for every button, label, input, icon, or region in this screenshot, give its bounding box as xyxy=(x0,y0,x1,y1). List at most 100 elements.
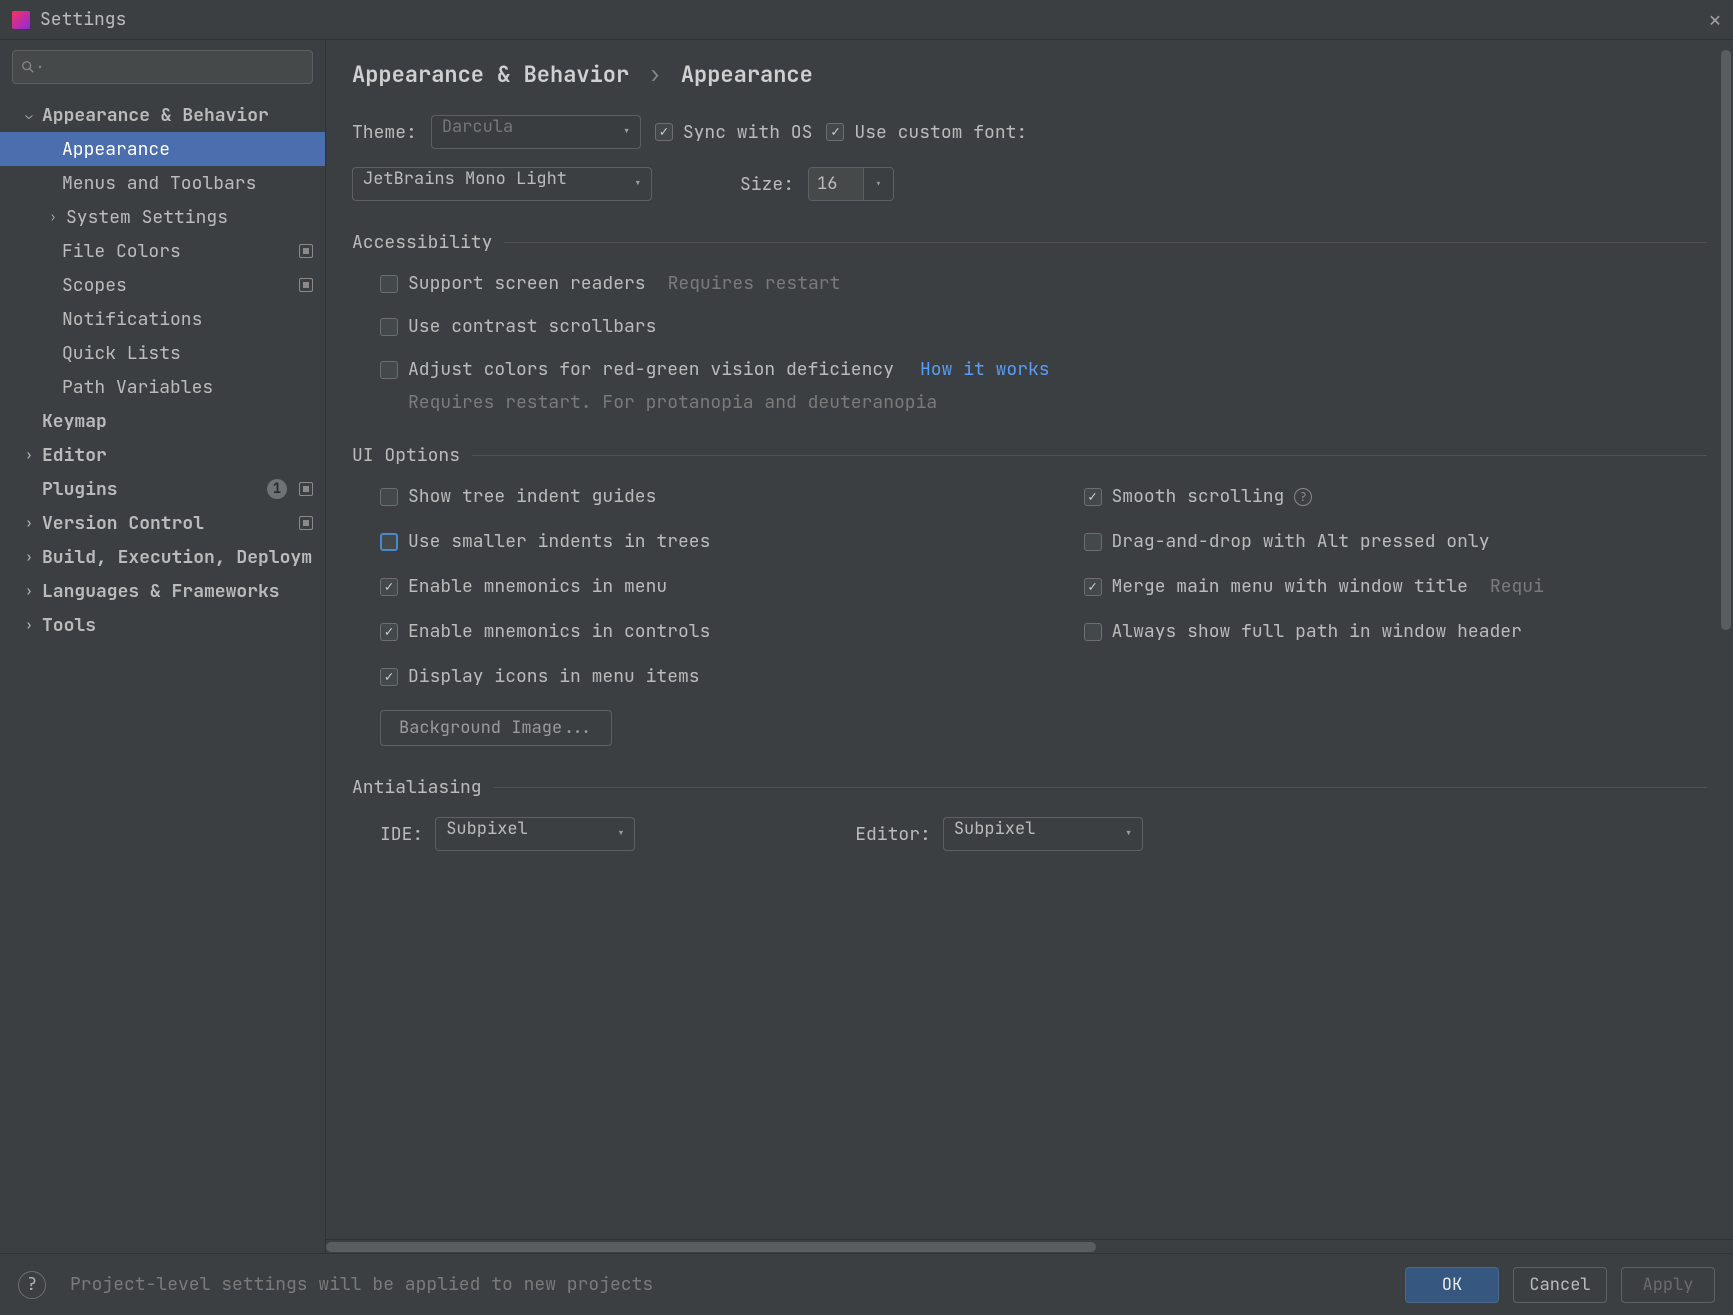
chevron-right-icon: › xyxy=(20,515,38,531)
chevron-right-icon: › xyxy=(20,549,38,565)
sidebar-item-quick-lists[interactable]: Quick Lists xyxy=(0,336,325,370)
smaller-indents-label: Use smaller indents in trees xyxy=(408,530,710,553)
tree-indent-checkbox[interactable] xyxy=(380,488,398,506)
accessibility-heading: Accessibility xyxy=(352,231,1707,254)
sidebar-item-version-control[interactable]: ›Version Control xyxy=(0,506,325,540)
sidebar-item-menus-and-toolbars[interactable]: Menus and Toolbars xyxy=(0,166,325,200)
sidebar-item-build-execution-deploym[interactable]: ›Build, Execution, Deploym xyxy=(0,540,325,574)
full-path-label: Always show full path in window header xyxy=(1112,620,1522,643)
sidebar-item-path-variables[interactable]: Path Variables xyxy=(0,370,325,404)
breadcrumb-group: Appearance & Behavior xyxy=(352,60,629,89)
sidebar: ▾ ⌄Appearance & BehaviorAppearance Menus … xyxy=(0,40,325,1253)
sidebar-item-label: Build, Execution, Deploym xyxy=(42,546,313,569)
sidebar-item-notifications[interactable]: Notifications xyxy=(0,302,325,336)
how-it-works-link[interactable]: How it works xyxy=(920,358,1050,381)
window-title: Settings xyxy=(40,8,126,31)
custom-font-label: Use custom font: xyxy=(854,121,1027,144)
ui-options-heading: UI Options xyxy=(352,444,1707,467)
mnemonics-menu-checkbox[interactable] xyxy=(380,578,398,596)
mnemonics-controls-label: Enable mnemonics in controls xyxy=(408,620,710,643)
background-image-button[interactable]: Background Image... xyxy=(380,710,612,746)
font-select[interactable]: JetBrains Mono Light xyxy=(352,167,652,201)
settings-tree: ⌄Appearance & BehaviorAppearance Menus an… xyxy=(0,94,325,1253)
sidebar-item-label: Scopes xyxy=(62,274,293,297)
help-icon[interactable]: ? xyxy=(18,1271,46,1299)
apply-button[interactable]: Apply xyxy=(1621,1267,1715,1303)
restart-hint: Requires restart xyxy=(668,272,841,295)
display-icons-checkbox[interactable] xyxy=(380,668,398,686)
vertical-scrollbar[interactable] xyxy=(1719,50,1733,920)
search-input[interactable]: ▾ xyxy=(12,50,313,84)
cancel-button[interactable]: Cancel xyxy=(1513,1267,1607,1303)
breadcrumb-page: Appearance xyxy=(681,60,813,89)
antialiasing-heading: Antialiasing xyxy=(352,776,1707,799)
chevron-down-icon[interactable]: ▾ xyxy=(863,168,893,200)
sidebar-item-file-colors[interactable]: File Colors xyxy=(0,234,325,268)
sidebar-item-appearance-behavior[interactable]: ⌄Appearance & Behavior xyxy=(0,98,325,132)
close-icon[interactable]: ✕ xyxy=(1709,7,1721,33)
sidebar-item-label: Menus and Toolbars xyxy=(62,172,313,195)
sidebar-item-scopes[interactable]: Scopes xyxy=(0,268,325,302)
chevron-right-icon: › xyxy=(20,447,38,463)
smaller-indents-checkbox[interactable] xyxy=(380,533,398,551)
full-path-checkbox[interactable] xyxy=(1084,623,1102,641)
sidebar-item-plugins[interactable]: Plugins1 xyxy=(0,472,325,506)
adjust-colors-label: Adjust colors for red-green vision defic… xyxy=(408,358,894,381)
merge-menu-label: Merge main menu with window title xyxy=(1112,575,1468,598)
sidebar-item-editor[interactable]: ›Editor xyxy=(0,438,325,472)
app-logo-icon xyxy=(12,11,30,29)
aa-editor-label: Editor: xyxy=(855,823,931,846)
mnemonics-menu-label: Enable mnemonics in menu xyxy=(408,575,667,598)
drag-alt-checkbox[interactable] xyxy=(1084,533,1102,551)
sidebar-item-appearance[interactable]: Appearance xyxy=(0,132,325,166)
sidebar-item-tools[interactable]: ›Tools xyxy=(0,608,325,642)
mnemonics-controls-checkbox[interactable] xyxy=(380,623,398,641)
horizontal-scrollbar[interactable] xyxy=(326,1239,1733,1253)
chevron-right-icon: › xyxy=(20,583,38,599)
chevron-right-icon: › xyxy=(20,617,38,633)
contrast-scrollbars-checkbox[interactable] xyxy=(380,318,398,336)
custom-font-checkbox[interactable] xyxy=(826,123,844,141)
chevron-right-icon: › xyxy=(648,60,661,89)
screen-readers-label: Support screen readers xyxy=(408,272,646,295)
tree-indent-label: Show tree indent guides xyxy=(408,485,656,508)
breadcrumb: Appearance & Behavior › Appearance xyxy=(352,60,1707,89)
aa-editor-select[interactable]: Subpixel xyxy=(943,817,1143,851)
info-icon[interactable]: ? xyxy=(1294,488,1312,506)
merge-menu-hint: Requi xyxy=(1490,575,1544,598)
smooth-scrolling-label: Smooth scrolling xyxy=(1112,485,1285,508)
sidebar-item-label: Editor xyxy=(42,444,313,467)
ok-button[interactable]: OK xyxy=(1405,1267,1499,1303)
sidebar-item-label: System Settings xyxy=(66,206,313,229)
sync-os-checkbox[interactable] xyxy=(655,123,673,141)
project-level-icon xyxy=(299,482,313,496)
sidebar-item-label: Version Control xyxy=(42,512,293,535)
font-size-stepper[interactable]: ▾ xyxy=(808,167,894,201)
adjust-colors-checkbox[interactable] xyxy=(380,361,398,379)
sidebar-item-languages-frameworks[interactable]: ›Languages & Frameworks xyxy=(0,574,325,608)
chevron-right-icon: › xyxy=(44,209,62,225)
sidebar-item-keymap[interactable]: Keymap xyxy=(0,404,325,438)
footer-hint: Project-level settings will be applied t… xyxy=(70,1273,1391,1296)
project-level-icon xyxy=(299,244,313,258)
screen-readers-checkbox[interactable] xyxy=(380,275,398,293)
merge-menu-checkbox[interactable] xyxy=(1084,578,1102,596)
sidebar-item-label: Plugins xyxy=(42,478,267,501)
theme-select[interactable]: Darcula xyxy=(431,115,641,149)
project-level-icon xyxy=(299,278,313,292)
sidebar-item-label: Keymap xyxy=(42,410,313,433)
theme-label: Theme: xyxy=(352,121,417,144)
sidebar-item-system-settings[interactable]: ›System Settings xyxy=(0,200,325,234)
drag-alt-label: Drag-and-drop with Alt pressed only xyxy=(1112,530,1490,553)
aa-ide-select[interactable]: Subpixel xyxy=(435,817,635,851)
project-level-icon xyxy=(299,516,313,530)
smooth-scrolling-checkbox[interactable] xyxy=(1084,488,1102,506)
sidebar-item-label: Quick Lists xyxy=(62,342,313,365)
sidebar-item-label: Appearance & Behavior xyxy=(42,104,313,127)
display-icons-label: Display icons in menu items xyxy=(408,665,700,688)
titlebar: Settings ✕ xyxy=(0,0,1733,40)
sidebar-item-label: Tools xyxy=(42,614,313,637)
font-size-input[interactable] xyxy=(809,168,863,200)
content-pane: Appearance & Behavior › Appearance Theme… xyxy=(325,40,1733,1253)
sidebar-item-label: Path Variables xyxy=(62,376,313,399)
